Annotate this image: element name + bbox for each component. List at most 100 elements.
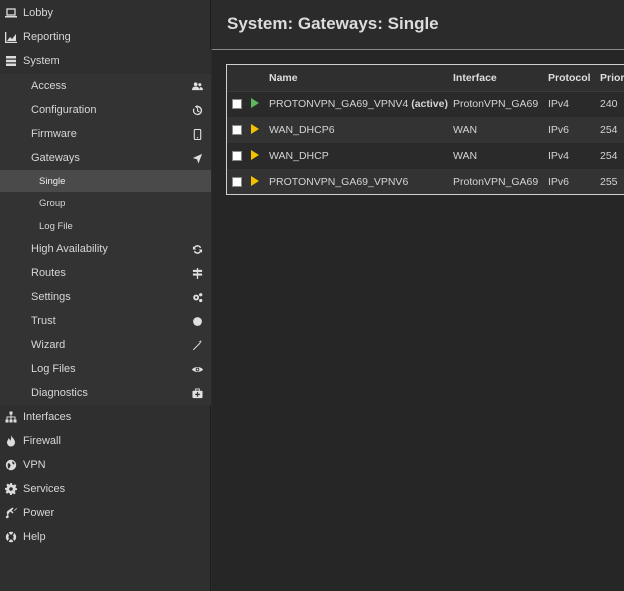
nav-single-label: Single <box>39 175 66 187</box>
certificate-icon <box>191 315 203 327</box>
play-icon <box>251 123 259 134</box>
nav-system-settings[interactable]: Settings <box>0 285 211 309</box>
nav-services[interactable]: Services <box>0 477 211 501</box>
nav-interfaces-label: Interfaces <box>23 411 72 423</box>
sitemap-icon <box>4 410 18 424</box>
nav-reporting[interactable]: Reporting <box>0 25 211 49</box>
nav-system-firmware[interactable]: Firmware <box>0 122 211 146</box>
page-header: System: Gateways: Single <box>212 0 624 50</box>
page-title: System: Gateways: Single <box>227 14 439 33</box>
laptop-icon <box>4 6 18 20</box>
nav-gateways-log-file[interactable]: Log File <box>0 215 211 237</box>
nav-firmware-label: Firmware <box>31 128 77 140</box>
play-icon <box>251 149 259 160</box>
row-checkbox[interactable] <box>232 98 242 109</box>
nav-system-gateways[interactable]: Gateways <box>0 146 211 170</box>
gateway-protocol: IPv6 <box>548 169 600 194</box>
nav-access-label: Access <box>31 80 67 92</box>
gateway-name: WAN_DHCP <box>269 143 453 169</box>
table-header-row: Name Interface Protocol Prior <box>227 65 624 92</box>
tablet-icon <box>191 128 203 140</box>
gateway-interface: ProtonVPN_GA69 <box>453 169 548 194</box>
gateway-priority: 254 <box>600 143 624 169</box>
server-icon <box>4 54 18 68</box>
nav-power[interactable]: Power <box>0 501 211 525</box>
gateway-name: PROTONVPN_GA69_VPNV4 (active) <box>269 91 453 117</box>
nav-help[interactable]: Help <box>0 525 211 549</box>
nav-reporting-label: Reporting <box>23 31 71 43</box>
table-row[interactable]: PROTONVPN_GA69_VPNV4 (active) ProtonVPN_… <box>227 91 624 117</box>
nav-system[interactable]: System <box>0 49 211 73</box>
nav-routes-label: Routes <box>31 267 66 279</box>
nav-system-high-availability[interactable]: High Availability <box>0 237 211 261</box>
nav-firewall[interactable]: Firewall <box>0 429 211 453</box>
play-icon <box>251 175 259 186</box>
nav-power-label: Power <box>23 507 55 519</box>
nav-lobby[interactable]: Lobby <box>0 1 211 25</box>
gateway-name-text: PROTONVPN_GA69_VPNV4 <box>269 98 409 111</box>
nav-log-files-label: Log Files <box>31 363 76 375</box>
header-name[interactable]: Name <box>269 65 453 92</box>
nav-help-label: Help <box>23 531 46 543</box>
nav-system-access[interactable]: Access <box>0 74 211 98</box>
nav-log-file-label: Log File <box>39 220 73 232</box>
gateways-table-panel: Name Interface Protocol Prior PROTONVPN_… <box>226 64 624 195</box>
nav-trust-label: Trust <box>31 315 56 327</box>
gateway-priority: 255 <box>600 169 624 194</box>
history-icon <box>191 104 203 116</box>
nav-group-label: Group <box>39 197 66 209</box>
area-chart-icon <box>4 30 18 44</box>
active-tag: (active) <box>411 98 448 111</box>
cogs-icon <box>191 291 203 303</box>
gateway-interface: WAN <box>453 117 548 143</box>
row-checkbox[interactable] <box>232 150 242 161</box>
table-row[interactable]: WAN_DHCP6 WAN IPv6 254 <box>227 117 624 143</box>
fire-icon <box>4 434 18 448</box>
row-checkbox[interactable] <box>232 124 242 135</box>
nav-system-wizard[interactable]: Wizard <box>0 333 211 357</box>
row-checkbox[interactable] <box>232 176 242 187</box>
users-icon <box>191 80 203 92</box>
eye-icon <box>191 363 203 375</box>
main-content: System: Gateways: Single Name Interface … <box>212 0 624 591</box>
gateway-priority: 254 <box>600 117 624 143</box>
gateway-priority: 240 <box>600 91 624 117</box>
nav-diagnostics-label: Diagnostics <box>31 387 88 399</box>
header-status <box>249 65 269 92</box>
nav-system-configuration[interactable]: Configuration <box>0 98 211 122</box>
nav-system-diagnostics[interactable]: Diagnostics <box>0 381 211 405</box>
nav-vpn[interactable]: VPN <box>0 453 211 477</box>
header-select <box>227 65 249 92</box>
cog-icon <box>4 482 18 496</box>
nav-gateways-single[interactable]: Single <box>0 170 211 192</box>
nav-high-availability-label: High Availability <box>31 243 108 255</box>
play-icon <box>251 97 259 108</box>
magic-icon <box>191 339 203 351</box>
nav-wizard-label: Wizard <box>31 339 66 351</box>
nav-firewall-label: Firewall <box>23 435 61 447</box>
nav-system-trust[interactable]: Trust <box>0 309 211 333</box>
nav-configuration-label: Configuration <box>31 104 97 116</box>
plug-icon <box>4 506 18 520</box>
gateway-protocol: IPv4 <box>548 91 600 117</box>
location-arrow-icon <box>191 152 203 164</box>
header-interface[interactable]: Interface <box>453 65 548 92</box>
sidebar: Lobby Reporting System Access Configurat… <box>0 0 211 591</box>
nav-system-log-files[interactable]: Log Files <box>0 357 211 381</box>
nav-services-label: Services <box>23 483 66 495</box>
nav-system-routes[interactable]: Routes <box>0 261 211 285</box>
nav-gateways-group[interactable]: Group <box>0 192 211 214</box>
nav-vpn-label: VPN <box>23 459 46 471</box>
map-signs-icon <box>191 267 203 279</box>
globe-icon <box>4 458 18 472</box>
header-protocol[interactable]: Protocol <box>548 65 600 92</box>
header-priority[interactable]: Prior <box>600 65 624 92</box>
refresh-icon <box>191 243 203 255</box>
gateway-protocol: IPv4 <box>548 143 600 169</box>
table-row[interactable]: WAN_DHCP WAN IPv4 254 <box>227 143 624 169</box>
gateway-name: PROTONVPN_GA69_VPNV6 <box>269 169 453 194</box>
support-icon <box>4 530 18 544</box>
nav-interfaces[interactable]: Interfaces <box>0 405 211 429</box>
nav-gateways-label: Gateways <box>31 152 80 164</box>
table-row[interactable]: PROTONVPN_GA69_VPNV6 ProtonVPN_GA69 IPv6… <box>227 169 624 194</box>
